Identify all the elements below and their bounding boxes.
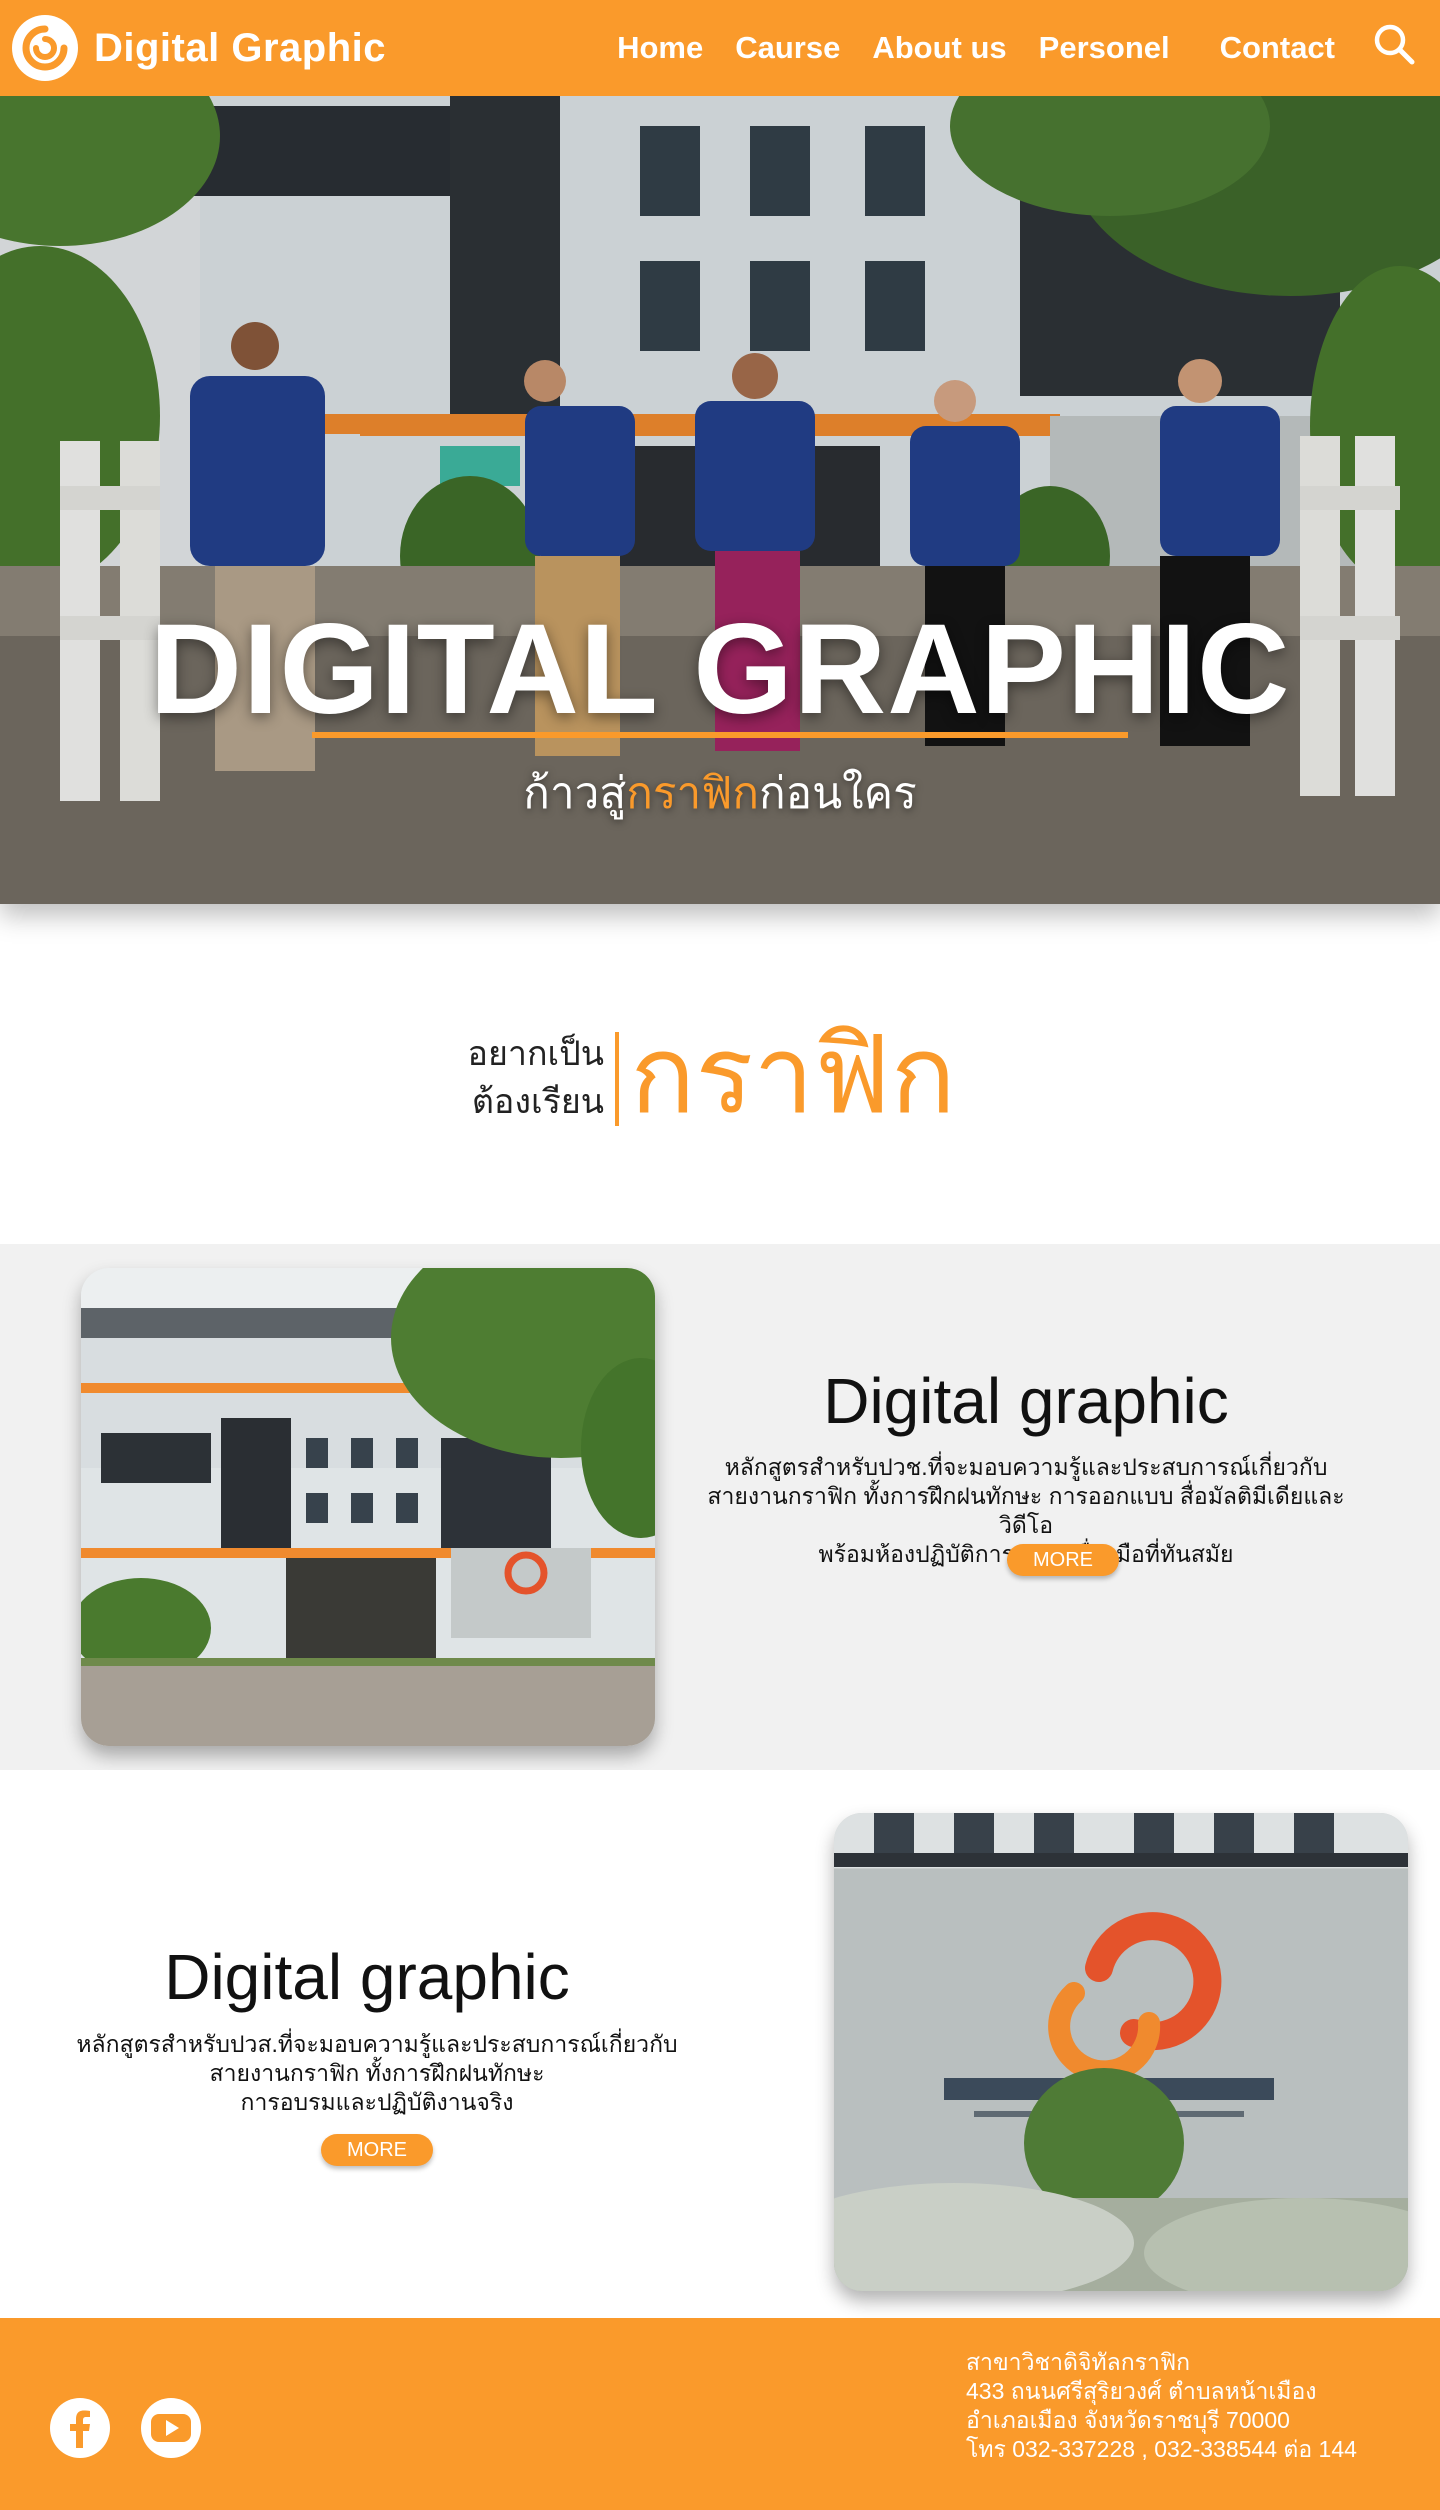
hero-banner: DIGITAL GRAPHIC ก้าวสู่กราฟิกก่อนใคร bbox=[0, 96, 1440, 904]
top-navbar: Digital Graphic Home Caurse About us Per… bbox=[0, 0, 1440, 96]
hero-subtitle: ก้าวสู่กราฟิกก่อนใคร bbox=[0, 758, 1440, 828]
nav-course[interactable]: Caurse bbox=[735, 30, 840, 66]
tagline-big: กราฟิก bbox=[630, 1014, 956, 1135]
tagline-line2: ต้องเรียน bbox=[471, 1083, 604, 1121]
program-section-1: Digital graphic หลักสูตรสำหรับปวช.ที่จะม… bbox=[0, 1244, 1440, 1770]
footer-address-line: 433 ถนนศรีสุริยวงศ์ ตำบลหน้าเมือง bbox=[966, 2378, 1317, 2404]
nav-contact[interactable]: Contact bbox=[1220, 30, 1335, 66]
program-photo-building bbox=[81, 1268, 655, 1746]
program-1-desc-line: สายงานกราฟิก ทั้งการฝึกฝนทักษะ การออกแบบ… bbox=[707, 1483, 1345, 1538]
program-2-more-button[interactable]: MORE bbox=[321, 2134, 433, 2166]
brand-name: Digital Graphic bbox=[94, 25, 386, 70]
tagline-divider bbox=[615, 1032, 619, 1126]
program-2-desc-line: การอบรมและปฏิบัติงานจริง bbox=[240, 2089, 514, 2115]
nav-personel[interactable]: Personel bbox=[1039, 30, 1170, 66]
digital-graphic-logo-icon bbox=[12, 15, 78, 81]
hero-title: DIGITAL GRAPHIC bbox=[149, 598, 1291, 741]
youtube-icon[interactable] bbox=[139, 2396, 203, 2460]
program-2-desc-line: หลักสูตรสำหรับปวส.ที่จะมอบความรู้และประส… bbox=[76, 2031, 678, 2057]
tagline: อยากเป็น ต้องเรียน กราฟิก bbox=[0, 1010, 1440, 1140]
footer-phone: โทร 032-337228 , 032-338544 ต่อ 144 bbox=[966, 2436, 1357, 2462]
program-photo-logo-sign bbox=[834, 1813, 1408, 2291]
program-1-more-button[interactable]: MORE bbox=[1007, 1544, 1119, 1576]
main-nav: Home Caurse About us Personel Contact bbox=[585, 0, 1335, 96]
tagline-small: อยากเป็น ต้องเรียน bbox=[468, 1030, 604, 1126]
footer-address-line: สาขาวิชาดิจิทัลกราฟิก bbox=[966, 2349, 1191, 2375]
facebook-icon[interactable] bbox=[48, 2396, 112, 2460]
footer: สาขาวิชาดิจิทัลกราฟิก 433 ถนนศรีสุริยวงศ… bbox=[0, 2318, 1440, 2510]
nav-home[interactable]: Home bbox=[617, 30, 703, 66]
search-icon[interactable] bbox=[1370, 20, 1418, 68]
program-1-desc-line: หลักสูตรสำหรับปวช.ที่จะมอบความรู้และประส… bbox=[724, 1454, 1328, 1480]
hero-subtitle-accent: กราฟิก bbox=[626, 769, 759, 818]
footer-address-line: อำเภอเมือง จังหวัดราชบุรี 70000 bbox=[966, 2407, 1290, 2433]
tagline-line1: อยากเป็น bbox=[467, 1035, 604, 1073]
program-1-title: Digital graphic bbox=[823, 1365, 1229, 1437]
program-section-2: Digital graphic หลักสูตรสำหรับปวส.ที่จะม… bbox=[0, 1770, 1440, 2318]
program-2-description: หลักสูตรสำหรับปวส.ที่จะมอบความรู้และประส… bbox=[52, 2030, 702, 2117]
hero-subtitle-pre: ก้าวสู่ bbox=[523, 769, 627, 818]
program-2-desc-line: สายงานกราฟิก ทั้งการฝึกฝนทักษะ bbox=[209, 2060, 545, 2086]
hero-underline bbox=[312, 732, 1128, 738]
brand[interactable]: Digital Graphic bbox=[12, 15, 386, 81]
nav-about-us[interactable]: About us bbox=[872, 30, 1006, 66]
program-2-title: Digital graphic bbox=[164, 1941, 570, 2013]
hero-subtitle-post: ก่อนใคร bbox=[759, 769, 917, 818]
footer-address: สาขาวิชาดิจิทัลกราฟิก 433 ถนนศรีสุริยวงศ… bbox=[966, 2348, 1357, 2464]
